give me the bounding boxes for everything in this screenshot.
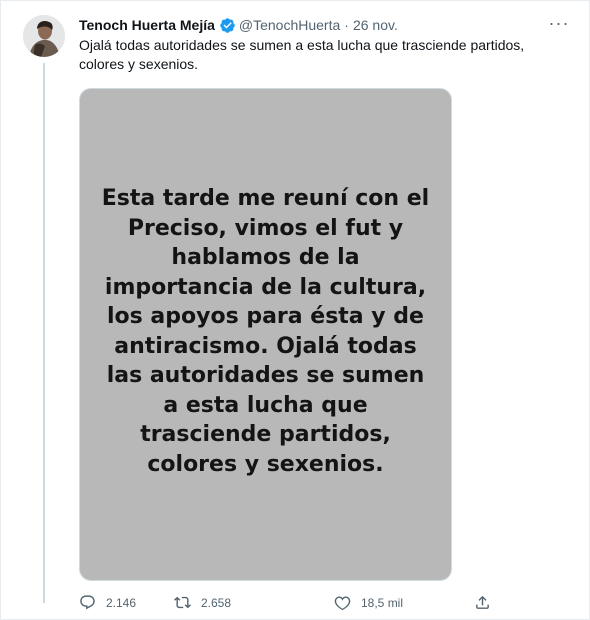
header-separator: · — [344, 17, 349, 33]
share-icon — [474, 594, 491, 611]
author-handle[interactable]: @TenochHuerta — [239, 16, 340, 34]
tweet-header: Tenoch Huerta Mejía @TenochHuerta · 26 n… — [79, 16, 398, 34]
retweet-count: 2.658 — [201, 595, 232, 610]
tweet-text: Ojalá todas autoridades se sumen a esta … — [79, 37, 525, 72]
image-text: Esta tarde me reuní con el Preciso, vimo… — [101, 186, 430, 477]
reply-button[interactable]: 2.146 — [79, 594, 136, 611]
tweet-media-image[interactable]: Esta tarde me reuní con el Preciso, vimo… — [79, 88, 452, 581]
share-button[interactable] — [474, 594, 491, 611]
reply-icon — [79, 594, 96, 611]
author-name[interactable]: Tenoch Huerta Mejía — [79, 16, 215, 34]
like-count: 18,5 mil — [361, 595, 404, 610]
avatar[interactable] — [23, 15, 65, 57]
verified-badge-icon — [219, 17, 236, 34]
tweet-actions: 2.146 2.658 18,5 mil — [79, 594, 499, 616]
heart-icon — [334, 594, 351, 611]
retweet-button[interactable]: 2.658 — [174, 594, 231, 611]
more-options-icon[interactable]: ··· — [549, 13, 569, 33]
thread-line — [43, 63, 45, 603]
like-button[interactable]: 18,5 mil — [334, 594, 403, 611]
retweet-icon — [174, 594, 191, 611]
reply-count: 2.146 — [106, 595, 137, 610]
tweet-card[interactable]: Tenoch Huerta Mejía @TenochHuerta · 26 n… — [0, 0, 590, 620]
tweet-date[interactable]: 26 nov. — [353, 16, 398, 34]
